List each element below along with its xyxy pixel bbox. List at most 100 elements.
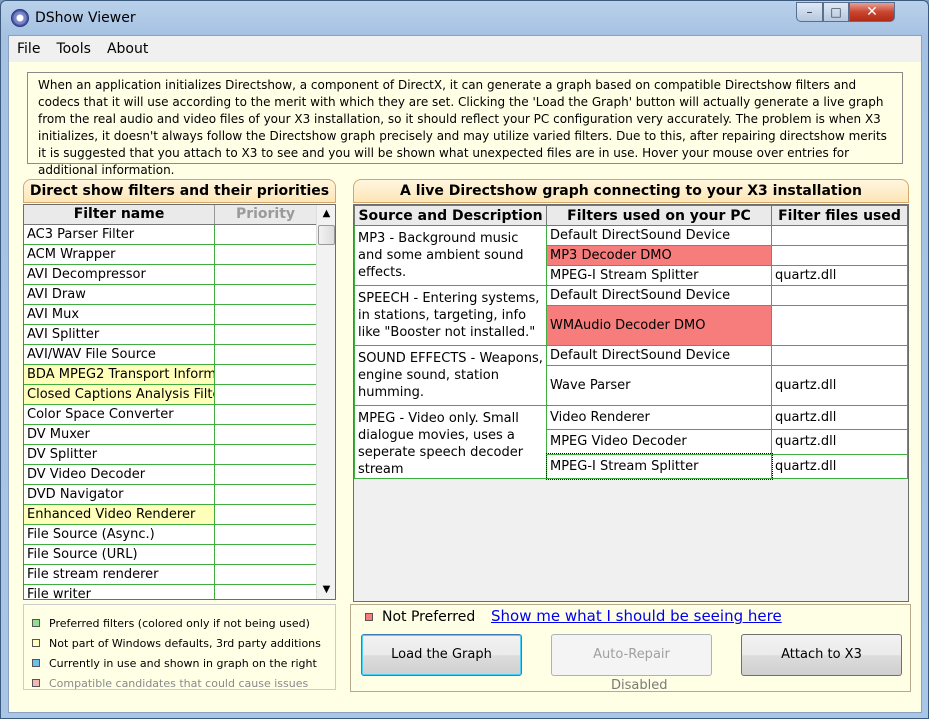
legend-label: Not part of Windows defaults, 3rd party … — [49, 636, 321, 650]
filter-row[interactable]: File Source (URL) — [24, 545, 316, 565]
filter-priority — [215, 365, 316, 384]
filter-name: DV Splitter — [24, 445, 215, 464]
filter-row[interactable]: DVD Navigator — [24, 485, 316, 505]
legend-in-use: Currently in use and shown in graph on t… — [32, 655, 317, 671]
filter-row[interactable]: DV Splitter — [24, 445, 316, 465]
info-text: When an application initializes Directsh… — [27, 72, 903, 177]
filter-name: AVI/WAV File Source — [24, 345, 215, 364]
load-graph-button[interactable]: Load the Graph — [361, 634, 522, 676]
legend-label: Preferred filters (colored only if not b… — [49, 616, 310, 630]
menu-about[interactable]: About — [99, 41, 156, 57]
filter-row[interactable]: Color Space Converter — [24, 405, 316, 425]
filter-priority — [215, 325, 316, 344]
graph-row[interactable]: MPEG - Video only. Small dialogue movies… — [354, 404, 908, 479]
filter-priority — [215, 305, 316, 324]
filter-name: AVI Splitter — [24, 325, 215, 344]
filter-used: Video Renderer — [546, 404, 772, 431]
scroll-down-icon[interactable]: ▼ — [317, 581, 335, 599]
filters-list[interactable]: Filter name Priority AC3 Parser Filter AC… — [23, 204, 336, 600]
auto-repair-button[interactable]: Auto-Repair — [551, 634, 712, 676]
filter-name: ACM Wrapper — [24, 245, 215, 264]
filter-name: Enhanced Video Renderer — [24, 505, 215, 524]
attach-x3-button[interactable]: Attach to X3 — [741, 634, 902, 676]
filter-row[interactable]: Enhanced Video Renderer — [24, 505, 316, 525]
filter-row[interactable]: AVI Splitter — [24, 325, 316, 345]
filter-name: DV Video Decoder — [24, 465, 215, 484]
filter-used: MPEG-I Stream Splitter — [546, 265, 772, 286]
legend-candidates: Compatible candidates that could cause i… — [32, 675, 308, 691]
filter-used: MPEG-I Stream Splitter — [545, 453, 773, 480]
scroll-thumb[interactable] — [318, 225, 335, 245]
filter-row[interactable]: Closed Captions Analysis Filter — [24, 385, 316, 405]
menu-file[interactable]: File — [9, 41, 48, 57]
filter-priority — [215, 525, 316, 544]
menu-bar: File Tools About — [9, 36, 921, 62]
not-preferred-label: Not Preferred — [382, 609, 476, 625]
not-preferred-swatch — [365, 613, 373, 621]
graph-row[interactable]: MP3 - Background music and some ambient … — [354, 225, 908, 286]
legend-swatch — [32, 639, 40, 647]
filter-row[interactable]: AVI/WAV File Source — [24, 345, 316, 365]
priority-header[interactable]: Priority — [215, 205, 316, 224]
filter-name: File writer — [24, 585, 215, 599]
filter-used: Default DirectSound Device — [546, 345, 772, 366]
filter-row[interactable]: File Source (Async.) — [24, 525, 316, 545]
legend-label: Currently in use and shown in graph on t… — [49, 656, 317, 670]
filter-used: MP3 Decoder DMO — [546, 245, 772, 266]
filter-name: Color Space Converter — [24, 405, 215, 424]
filter-row[interactable]: ACM Wrapper — [24, 245, 316, 265]
filter-file — [771, 305, 908, 346]
legend-swatch — [32, 659, 40, 667]
filter-name: AVI Draw — [24, 285, 215, 304]
graph-row[interactable]: SOUND EFFECTS - Weapons, engine sound, s… — [354, 345, 908, 406]
show-expected-link[interactable]: Show me what I should be seeing here — [491, 607, 782, 625]
source-description: MPEG - Video only. Small dialogue movies… — [354, 405, 547, 479]
filter-priority — [215, 425, 316, 444]
filter-name-header[interactable]: Filter name — [24, 205, 215, 224]
filter-name: AVI Mux — [24, 305, 215, 324]
not-preferred-legend: Not Preferred — [365, 609, 475, 625]
filter-file — [771, 345, 908, 366]
filter-name: File Source (URL) — [24, 545, 215, 564]
filter-row[interactable]: DV Muxer — [24, 425, 316, 445]
filter-name: AVI Decompressor — [24, 265, 215, 284]
client-area: File Tools About When an application ini… — [8, 35, 922, 713]
legend-swatch — [32, 619, 40, 627]
filter-row[interactable]: BDA MPEG2 Transport Informa — [24, 365, 316, 385]
legend-label: Compatible candidates that could cause i… — [49, 676, 309, 690]
scroll-up-icon[interactable]: ▲ — [317, 205, 335, 223]
graph-panel: Source and Description Filters used on y… — [353, 204, 909, 602]
filter-file: quartz.dll — [771, 429, 908, 455]
filter-file — [771, 285, 908, 306]
source-description: SOUND EFFECTS - Weapons, engine sound, s… — [354, 345, 547, 406]
minimize-button[interactable]: – — [796, 2, 823, 22]
close-button[interactable]: ✕ — [849, 2, 895, 22]
filter-row[interactable]: AVI Mux — [24, 305, 316, 325]
filter-priority — [215, 565, 316, 584]
filter-used: Wave Parser — [546, 365, 772, 406]
filter-row[interactable]: AVI Draw — [24, 285, 316, 305]
filter-row[interactable]: File stream renderer — [24, 565, 316, 585]
filter-file — [771, 225, 908, 246]
filters-header: Filters used on your PC — [546, 205, 772, 226]
filter-row[interactable]: AC3 Parser Filter — [24, 225, 316, 245]
filter-row[interactable]: AVI Decompressor — [24, 265, 316, 285]
filters-scrollbar[interactable]: ▲ ▼ — [316, 205, 335, 599]
maximize-button[interactable]: □ — [823, 2, 849, 22]
filter-used: Default DirectSound Device — [546, 285, 772, 306]
filter-row[interactable]: DV Video Decoder — [24, 465, 316, 485]
title-bar[interactable]: DShow Viewer – □ ✕ — [1, 1, 928, 35]
legend: Preferred filters (colored only if not b… — [23, 604, 336, 690]
menu-tools[interactable]: Tools — [48, 41, 99, 57]
disabled-note: Disabled — [611, 678, 668, 693]
filter-name: AC3 Parser Filter — [24, 225, 215, 244]
filter-row[interactable]: File writer — [24, 585, 316, 599]
filter-priority — [215, 505, 316, 524]
filter-file: quartz.dll — [771, 404, 908, 431]
legend-preferred: Preferred filters (colored only if not b… — [32, 615, 310, 631]
filter-used: Default DirectSound Device — [546, 225, 772, 246]
filter-file — [771, 245, 908, 266]
graph-row[interactable]: SPEECH - Entering systems, in stations, … — [354, 285, 908, 346]
source-description: MP3 - Background music and some ambient … — [354, 225, 547, 286]
app-icon — [11, 9, 29, 27]
